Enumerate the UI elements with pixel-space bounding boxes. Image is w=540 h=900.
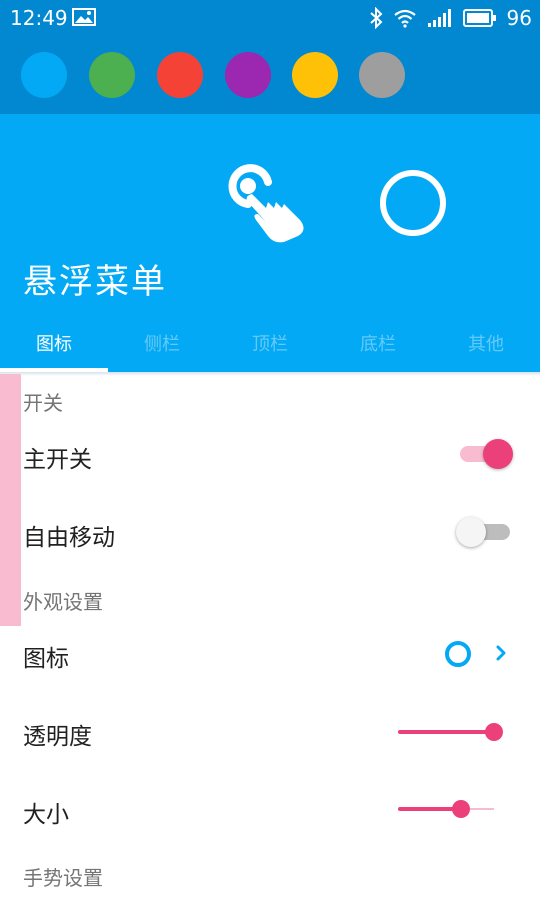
touch-hand-icon [228,164,304,243]
bluetooth-icon [369,7,382,29]
tab-sidebar[interactable]: 侧栏 [108,322,216,368]
color-swatch-blue[interactable] [21,52,67,98]
section-header-switch: 开关 [23,391,63,415]
master-switch-toggle[interactable] [458,438,514,470]
section-header-gesture: 手势设置 [23,866,103,890]
color-swatch-grey[interactable] [359,52,405,98]
icon-preview-ring[interactable] [445,641,471,667]
image-icon [72,8,96,26]
page-title: 悬浮菜单 [23,262,167,302]
switch-thumb [483,439,513,469]
color-swatch-red[interactable] [157,52,203,98]
color-swatch-amber[interactable] [292,52,338,98]
tab-bar: 图标 侧栏 顶栏 底栏 其他 [0,322,540,372]
battery-level: 96 [506,6,532,30]
opacity-slider[interactable] [398,722,504,742]
switch-thumb [456,517,486,547]
slider-fill [398,730,494,734]
master-switch-label: 主开关 [23,447,92,473]
opacity-label: 透明度 [23,724,92,750]
free-move-label: 自由移动 [23,525,115,551]
icon-setting-label[interactable]: 图标 [23,639,69,673]
tab-topbar[interactable]: 顶栏 [216,322,324,368]
size-label: 大小 [23,802,69,828]
slider-thumb[interactable] [485,723,503,741]
tab-other[interactable]: 其他 [432,322,540,368]
scroll-highlight [0,374,21,626]
tab-icon[interactable]: 图标 [0,322,108,368]
wifi-icon [393,9,416,28]
free-move-toggle[interactable] [456,516,514,548]
color-swatch-purple[interactable] [225,52,271,98]
chevron-right-icon[interactable] [493,642,509,664]
status-bar: 12:49 96 [0,0,540,36]
header-shadow [0,372,540,376]
color-swatch-green[interactable] [89,52,135,98]
status-time: 12:49 [10,6,68,30]
slider-thumb[interactable] [452,800,470,818]
signal-icon [427,9,451,27]
section-header-appearance: 外观设置 [23,590,103,614]
status-icons: 96 [369,6,532,30]
battery-icon [462,9,496,27]
header-banner: 悬浮菜单 图标 侧栏 顶栏 底栏 其他 [0,114,540,372]
ring-preview-icon [380,170,446,236]
tab-bottombar[interactable]: 底栏 [324,322,432,368]
size-slider[interactable] [398,799,504,819]
color-palette [0,36,540,114]
